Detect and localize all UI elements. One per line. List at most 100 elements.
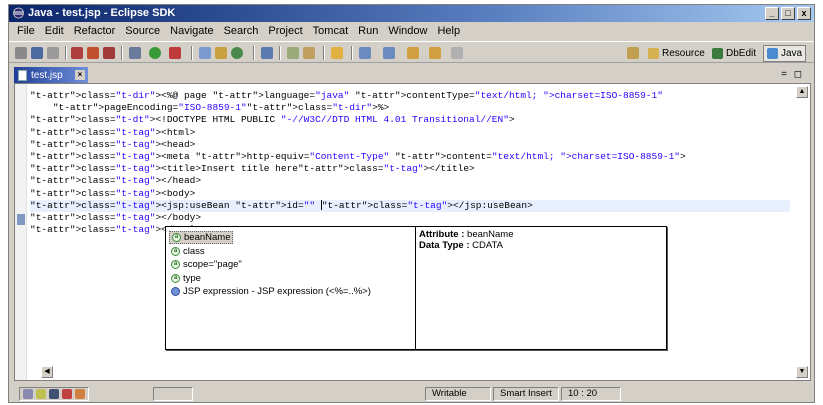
scroll-up-icon[interactable]: ▲ — [796, 86, 808, 98]
status-cursor-position: 10 : 20 — [561, 387, 621, 401]
perspective-java[interactable]: Java — [763, 45, 807, 62]
code-line[interactable]: "t-attr">class="t-tag"><meta "t-attr">ht… — [30, 151, 790, 163]
toolbar-separator — [351, 46, 353, 60]
view-controls[interactable]: = ◻ — [781, 69, 804, 80]
close-icon[interactable]: × — [75, 70, 85, 80]
assist-item[interactable]: a class — [169, 245, 207, 258]
minimize-button[interactable]: _ — [765, 7, 779, 20]
datatype-line: Data Type : CDATA — [419, 240, 663, 251]
scroll-down-icon[interactable]: ▼ — [796, 366, 808, 378]
editor-gutter[interactable] — [15, 84, 27, 380]
menu-source[interactable]: Source — [120, 25, 165, 37]
print-icon[interactable] — [47, 47, 59, 59]
debug-icon[interactable] — [129, 47, 141, 59]
resource-perspective-icon — [648, 48, 659, 59]
datatype-value: CDATA — [472, 240, 503, 251]
status-insert-mode: Smart Insert — [493, 387, 559, 401]
fast-view-icon[interactable] — [23, 389, 33, 399]
attribute-value: beanName — [467, 229, 514, 240]
last-edit-icon[interactable] — [451, 47, 463, 59]
menu-tomcat[interactable]: Tomcat — [308, 25, 353, 37]
window-controls: _ □ x — [765, 7, 811, 20]
status-spacer — [153, 387, 193, 401]
server-icon[interactable] — [71, 47, 83, 59]
title-bar[interactable]: Java - test.jsp - Eclipse SDK _ □ x — [9, 5, 814, 22]
prev-annotation-icon[interactable] — [383, 47, 395, 59]
code-line[interactable]: "t-attr">class="t-tag"></head> — [30, 175, 790, 187]
maximize-button[interactable]: □ — [781, 7, 795, 20]
perspective-dbedit[interactable]: DbEdit — [709, 45, 759, 62]
menu-file[interactable]: File — [12, 25, 40, 37]
assist-item-label: JSP expression - JSP expression (<%=..%>… — [183, 286, 371, 297]
next-annotation-icon[interactable] — [359, 47, 371, 59]
tomcat-stop-icon[interactable] — [103, 47, 115, 59]
jsp-file-icon — [18, 69, 27, 81]
code-line[interactable]: "t-attr">class="t-tag"><title>Insert tit… — [30, 163, 790, 175]
menu-window[interactable]: Window — [383, 25, 432, 37]
new-java-project-icon[interactable] — [199, 47, 211, 59]
code-line[interactable]: "t-attr">class="t-tag"></body> — [30, 212, 790, 224]
datatype-label: Data Type : — [419, 240, 473, 251]
close-button[interactable]: x — [797, 7, 811, 20]
back-arrow-icon[interactable] — [407, 47, 419, 59]
tomcat-start-icon[interactable] — [87, 47, 99, 59]
open-search-icon[interactable] — [287, 47, 299, 59]
open-perspective-icon[interactable] — [627, 47, 639, 59]
menu-search[interactable]: Search — [219, 25, 264, 37]
problems-icon[interactable] — [62, 389, 72, 399]
toolbar-separator — [323, 46, 325, 60]
attribute-icon: a — [171, 246, 180, 256]
assist-item[interactable]: a beanName — [169, 231, 234, 244]
assist-item-label: type — [183, 272, 201, 284]
menu-run[interactable]: Run — [353, 25, 383, 37]
toolbar-separator — [65, 46, 67, 60]
assist-item[interactable]: a type — [169, 272, 203, 285]
vertical-scrollbar[interactable]: ▲ — [796, 86, 808, 366]
tasks-icon[interactable] — [75, 389, 85, 399]
attribute-icon: a — [172, 233, 181, 242]
edit-icon[interactable] — [303, 47, 315, 59]
tab-test-jsp[interactable]: test.jsp × — [14, 67, 88, 83]
code-line[interactable]: "t-attr">pageEncoding="ISO-8859-1""t-att… — [30, 102, 790, 114]
window-title: Java - test.jsp - Eclipse SDK — [28, 7, 176, 19]
code-line[interactable]: "t-attr">class="t-tag"><head> — [30, 139, 790, 151]
assist-item[interactable]: JSP expression - JSP expression (<%=..%>… — [169, 285, 373, 298]
assist-item[interactable]: a scope="page" — [169, 258, 244, 271]
status-writable: Writable — [425, 387, 491, 401]
code-line[interactable]: "t-attr">class="t-tag"><jsp:useBean "t-a… — [30, 199, 790, 212]
attribute-icon: a — [171, 260, 180, 269]
open-type-icon[interactable] — [261, 47, 273, 59]
toolbar-separator — [279, 46, 281, 60]
menu-help[interactable]: Help — [432, 25, 465, 37]
menu-edit[interactable]: Edit — [40, 25, 69, 37]
content-assist-list[interactable]: a beanName a class a scope="page" a type JSP exp… — [165, 226, 416, 350]
new-icon[interactable] — [15, 47, 27, 59]
code-text[interactable]: "t-attr">class="t-dir"><%@ page "t-attr"… — [30, 90, 790, 236]
menu-refactor[interactable]: Refactor — [69, 25, 121, 37]
run-icon[interactable] — [149, 47, 161, 59]
fast-view-bar — [19, 387, 89, 401]
outline-icon[interactable] — [36, 389, 46, 399]
new-class-icon[interactable] — [231, 47, 243, 59]
save-icon[interactable] — [31, 47, 43, 59]
status-bar: Writable Smart Insert 10 : 20 — [9, 386, 814, 402]
menu-project[interactable]: Project — [263, 25, 307, 37]
code-line[interactable]: "t-attr">class="t-tag"><body> — [30, 188, 790, 200]
eclipse-app-icon — [13, 7, 24, 19]
assist-item-label: class — [183, 245, 205, 257]
new-package-icon[interactable] — [215, 47, 227, 59]
external-tools-icon[interactable] — [169, 47, 181, 59]
menu-navigate[interactable]: Navigate — [165, 25, 218, 37]
console-icon[interactable] — [49, 389, 59, 399]
eclipse-window: Java - test.jsp - Eclipse SDK _ □ x File… — [8, 4, 815, 403]
current-line-marker — [17, 214, 25, 225]
toggle-mark-icon[interactable] — [331, 47, 343, 59]
scroll-left-icon[interactable]: ◀ — [41, 366, 53, 378]
forward-arrow-icon[interactable] — [429, 47, 441, 59]
code-line[interactable]: "t-attr">class="t-dt"><!DOCTYPE HTML PUB… — [30, 114, 790, 126]
jsp-expression-icon — [171, 287, 180, 296]
perspective-resource[interactable]: Resource — [645, 45, 708, 62]
code-line[interactable]: "t-attr">class="t-dir"><%@ page "t-attr"… — [30, 90, 790, 102]
code-line[interactable]: "t-attr">class="t-tag"><html> — [30, 127, 790, 139]
perspective-label: DbEdit — [726, 48, 757, 59]
